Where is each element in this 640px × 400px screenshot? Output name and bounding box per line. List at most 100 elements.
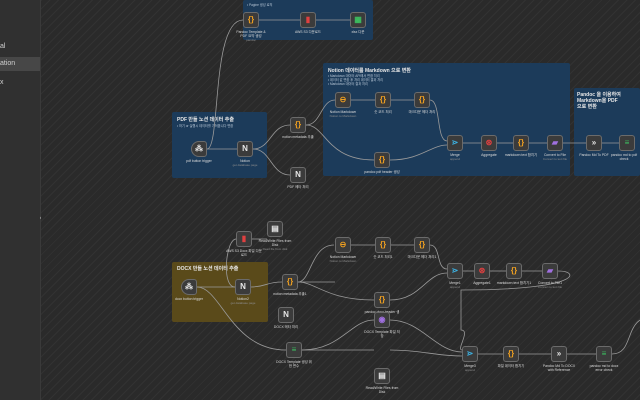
node-label-text: pandoc md to pdf check bbox=[610, 153, 638, 161]
node-label: Merge append bbox=[437, 153, 473, 161]
node-label: pandoc md to pdf check bbox=[609, 153, 639, 161]
node-label-text: xlsx 다운 bbox=[351, 30, 365, 34]
aggregate1-node[interactable]: ⊛ bbox=[474, 263, 490, 279]
code-node-b[interactable]: {} bbox=[414, 92, 430, 108]
notion-metadata-node[interactable]: {} bbox=[290, 117, 306, 133]
node-label: markdown text 합치기1 bbox=[496, 281, 532, 285]
node-label: notion metadata 추출1 bbox=[272, 292, 308, 296]
node-label-text: pandoc md to docx error check bbox=[589, 364, 619, 372]
code-icon: {} bbox=[379, 240, 387, 249]
node-label: DOCX Template 생성 위한 변수 bbox=[276, 360, 312, 368]
code-icon: {} bbox=[517, 138, 525, 147]
node-sublabel: Notion to Markdown bbox=[329, 114, 357, 118]
merge-node[interactable]: ⋗ bbox=[447, 135, 463, 151]
node-label: DOCX 메타 처리 bbox=[268, 325, 304, 329]
node-label: 숫 코드 처리 bbox=[365, 110, 401, 114]
if-icon: ≡ bbox=[601, 349, 607, 358]
merge3-node[interactable]: ⋗ bbox=[462, 346, 478, 362]
pandoc-pdf-header-node[interactable]: {} bbox=[374, 152, 390, 168]
file-icon: ▤ bbox=[378, 371, 386, 380]
sidebar-item-label: ation bbox=[0, 60, 16, 67]
node-label: 마크다운 헤더 처리 bbox=[404, 110, 440, 114]
file-data-merge-node[interactable]: {} bbox=[503, 346, 519, 362]
node-label-text: PDF 메타 처리 bbox=[287, 185, 309, 189]
node-label-text: 파일 데이터 합치기 bbox=[497, 364, 525, 368]
convert-to-file-node[interactable]: ▰ bbox=[547, 135, 563, 151]
connection-wires bbox=[196, 19, 640, 357]
aws-s3-docx-node[interactable]: ▮ bbox=[236, 231, 252, 247]
sidebar: al ation x bbox=[0, 0, 41, 400]
node-label-text: DOCX Template 생성 위한 변수 bbox=[276, 360, 312, 368]
pdf-meta-node[interactable]: N bbox=[290, 167, 306, 183]
code-node-a[interactable]: {} bbox=[375, 92, 391, 108]
node-label-text: notion metadata 추출1 bbox=[273, 292, 307, 296]
node-label: 숫 코드 처리1 bbox=[365, 255, 401, 259]
merge-icon: ⋗ bbox=[451, 138, 459, 147]
if-icon: ≡ bbox=[624, 138, 630, 147]
node-label: Convert to File1 Convert to text file bbox=[532, 281, 568, 289]
sidebar-item-1[interactable]: al bbox=[0, 40, 40, 54]
code-icon: {} bbox=[378, 155, 386, 164]
notion-icon: N bbox=[283, 310, 289, 319]
merge1-node[interactable]: ⋗ bbox=[447, 263, 463, 279]
pandoc-docx-check-node[interactable]: ≡ bbox=[596, 346, 612, 362]
node-label: 파일 데이터 합치기 bbox=[493, 364, 529, 368]
node-label: Merge3 append bbox=[452, 364, 488, 372]
read-write-files-node[interactable]: ▤ bbox=[267, 221, 283, 237]
node-label-text: AWS S3 다운로드 bbox=[294, 30, 322, 34]
markdown-text-node-2[interactable]: {} bbox=[506, 263, 522, 279]
node-label: Pandoc Md To PDF bbox=[576, 153, 612, 157]
docx-template-node[interactable]: ≡ bbox=[286, 342, 302, 358]
code-icon: {} bbox=[510, 266, 518, 275]
code-icon: {} bbox=[378, 295, 386, 304]
code-node-a2[interactable]: {} bbox=[375, 237, 391, 253]
docx-meta-node[interactable]: N bbox=[278, 307, 294, 323]
node-sublabel: get database page bbox=[230, 301, 256, 305]
sidebar-item-label: al bbox=[0, 43, 6, 50]
node-label: pandoc md to docx error check bbox=[586, 364, 622, 372]
node-label: Notion get database page bbox=[227, 159, 263, 167]
pandoc-check-node[interactable]: ≡ bbox=[619, 135, 635, 151]
pandoc-docx-header-node[interactable]: {} bbox=[374, 292, 390, 308]
merge-icon: ⋗ bbox=[451, 266, 459, 275]
markdown-text-node[interactable]: {} bbox=[513, 135, 529, 151]
code-node-b2[interactable]: {} bbox=[414, 237, 430, 253]
pandoc-md-to-pdf-node[interactable]: » bbox=[586, 135, 602, 151]
file-icon: ▤ bbox=[271, 224, 279, 233]
spreadsheet-icon: ▦ bbox=[354, 15, 362, 24]
notion-icon: N bbox=[240, 282, 246, 291]
sidebar-item-3[interactable]: x bbox=[0, 76, 40, 90]
notion-markdown-node[interactable]: ⊖ bbox=[335, 92, 351, 108]
code-icon: {} bbox=[247, 15, 255, 24]
convert-to-file1-node[interactable]: ▰ bbox=[542, 263, 558, 279]
node-label-text: Pandoc Md To PDF bbox=[579, 153, 609, 157]
notion2-node[interactable]: N bbox=[235, 279, 251, 295]
node-sublabel: Read file from disk bbox=[262, 247, 288, 251]
workflow-canvas[interactable]: • Pagine 생성 로직 PDF 만들 노션 데이터 추출 • 하기 or … bbox=[41, 0, 640, 400]
node-label-text: DOCX Template 파일 저장 bbox=[364, 330, 400, 338]
notion-markdown-node-2[interactable]: ⊖ bbox=[335, 237, 351, 253]
code-icon: {} bbox=[418, 95, 426, 104]
node-label: DOCX Template 파일 저장 bbox=[364, 330, 400, 338]
pdf-trigger-node[interactable]: ⁂ bbox=[191, 141, 207, 157]
node-label-text: Read/Write Files from Disk bbox=[258, 239, 292, 247]
pandoc-template-node[interactable]: {} bbox=[243, 12, 259, 28]
read-write-files-node-2[interactable]: ▤ bbox=[374, 368, 390, 384]
docx-template-save-node[interactable]: ◉ bbox=[374, 312, 390, 328]
sidebar-item-label: x bbox=[0, 79, 4, 86]
aggregate-node[interactable]: ⊛ bbox=[481, 135, 497, 151]
notion-node[interactable]: N bbox=[237, 141, 253, 157]
docx-trigger-node[interactable]: ⁂ bbox=[181, 279, 197, 295]
code-icon: {} bbox=[286, 277, 294, 286]
node-label: Notion2 get database page bbox=[225, 297, 261, 305]
xlsx-node[interactable]: ▦ bbox=[350, 12, 366, 28]
node-sublabel: append bbox=[449, 285, 460, 289]
terminal-icon: » bbox=[556, 349, 562, 358]
pandoc-md-to-docx-node[interactable]: » bbox=[551, 346, 567, 362]
sidebar-item-active[interactable]: ation bbox=[0, 57, 40, 71]
node-label-text: 마크다운 헤더 처리1 bbox=[407, 255, 437, 259]
notion-metadata-node-2[interactable]: {} bbox=[282, 274, 298, 290]
node-sublabel: append bbox=[449, 157, 460, 161]
aws-s3-node[interactable]: ▮ bbox=[300, 12, 316, 28]
node-label: pdf button trigger bbox=[181, 159, 217, 163]
